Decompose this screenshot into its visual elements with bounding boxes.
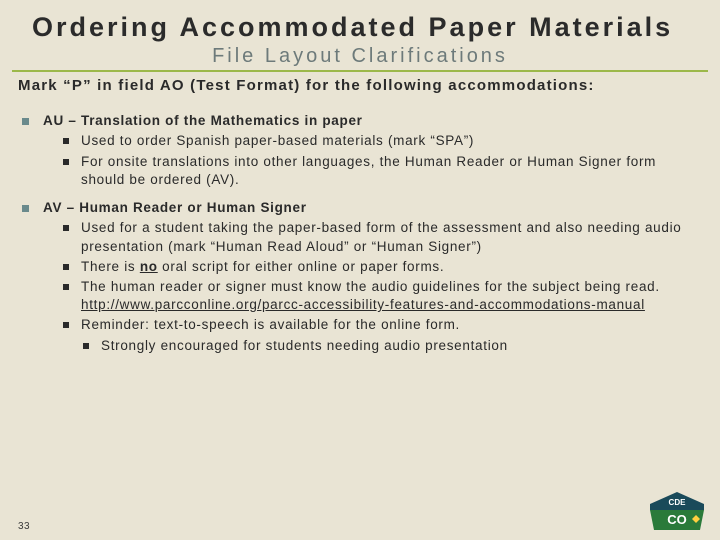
sub-item: For onsite translations into other langu…	[63, 153, 702, 189]
section-head: AU – Translation of the Mathematics in p…	[43, 112, 702, 130]
title-block: Ordering Accommodated Paper Materials Fi…	[12, 0, 708, 72]
square-bullet-icon	[22, 118, 29, 125]
sub-text: Reminder: text-to-speech is available fo…	[81, 316, 702, 334]
emphasis-no: no	[140, 259, 158, 274]
url-link[interactable]: http://www.parcconline.org/parcc-accessi…	[81, 297, 645, 312]
intro-text: Mark “P” in field AO (Test Format) for t…	[0, 72, 720, 102]
sub-item: There is no oral script for either onlin…	[63, 258, 702, 276]
sub-text-guidelines: The human reader or signer must know the…	[81, 278, 702, 314]
sub-suffix: oral script for either online or paper f…	[158, 259, 445, 274]
cde-co-logo: CDE CO	[646, 490, 708, 534]
slide-subtitle: File Layout Clarifications	[32, 45, 688, 68]
section-body: AU – Translation of the Mathematics in p…	[43, 112, 702, 189]
square-bullet-icon	[63, 322, 69, 328]
slide-title: Ordering Accommodated Paper Materials	[32, 12, 688, 43]
section-head: AV – Human Reader or Human Signer	[43, 199, 702, 217]
sub2-item: Strongly encouraged for students needing…	[83, 337, 702, 355]
square-bullet-icon	[63, 284, 69, 290]
square-bullet-icon	[22, 205, 29, 212]
sub-item: Reminder: text-to-speech is available fo…	[63, 316, 702, 334]
logo-top-text: CDE	[669, 498, 687, 507]
page-number: 33	[18, 521, 30, 532]
sub-item: Used to order Spanish paper-based materi…	[63, 132, 702, 150]
square-bullet-icon	[63, 159, 69, 165]
sub-prefix: There is	[81, 259, 140, 274]
sub-lead: The human reader or signer must know the…	[81, 279, 660, 294]
sub-item: The human reader or signer must know the…	[63, 278, 702, 314]
square-bullet-icon	[83, 343, 89, 349]
logo-state-text: CO	[667, 512, 687, 527]
sub2-text: Strongly encouraged for students needing…	[101, 337, 702, 355]
sub-text: Used for a student taking the paper-base…	[81, 219, 702, 255]
sub-text: For onsite translations into other langu…	[81, 153, 702, 189]
sub-item: Used for a student taking the paper-base…	[63, 219, 702, 255]
section-body: AV – Human Reader or Human Signer Used f…	[43, 199, 702, 355]
square-bullet-icon	[63, 225, 69, 231]
sub-text: Used to order Spanish paper-based materi…	[81, 132, 702, 150]
square-bullet-icon	[63, 264, 69, 270]
square-bullet-icon	[63, 138, 69, 144]
section: AV – Human Reader or Human Signer Used f…	[18, 199, 702, 355]
section: AU – Translation of the Mathematics in p…	[18, 112, 702, 189]
sub-text-no-oral: There is no oral script for either onlin…	[81, 258, 702, 276]
content-area: AU – Translation of the Mathematics in p…	[0, 112, 720, 355]
